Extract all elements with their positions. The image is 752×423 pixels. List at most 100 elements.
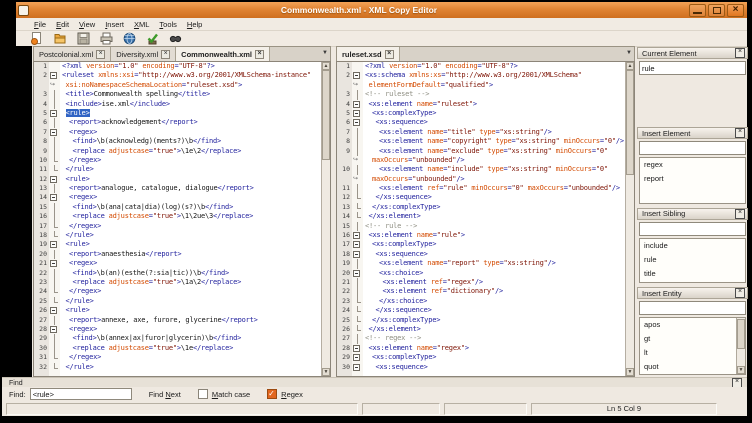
scroll-thumb[interactable] bbox=[737, 319, 745, 349]
code-text[interactable]: <!-- ruleset --> bbox=[363, 90, 625, 99]
code-line[interactable]: 19<xs:element name="report" type="xs:str… bbox=[337, 259, 634, 268]
find-input[interactable] bbox=[30, 388, 132, 400]
code-text[interactable]: <regex> bbox=[60, 325, 321, 334]
code-text[interactable]: <xs:sequence> bbox=[363, 118, 625, 127]
scroll-up-icon[interactable]: ▲ bbox=[322, 62, 330, 70]
fold-toggle-icon[interactable] bbox=[352, 250, 363, 259]
code-text[interactable]: <rule> bbox=[60, 306, 321, 315]
code-line[interactable]: 23</xs:choice> bbox=[337, 297, 634, 306]
code-text[interactable]: <xs:element name="report" type="xs:strin… bbox=[363, 259, 625, 268]
code-text[interactable]: </xs:element> bbox=[363, 212, 625, 221]
code-text[interactable]: </xs:element> bbox=[363, 325, 625, 334]
code-text[interactable]: <!-- regex --> bbox=[363, 334, 625, 343]
code-text[interactable]: <xs:element name="include" type="xs:stri… bbox=[363, 165, 625, 174]
fold-toggle-icon[interactable] bbox=[352, 231, 363, 240]
code-line[interactable]: 12</xs:sequence> bbox=[337, 193, 634, 202]
code-line[interactable]: 30<replace adjustcase="true">\1e</replac… bbox=[34, 344, 330, 353]
code-text[interactable]: <xs:element name="rule"> bbox=[363, 231, 625, 240]
insert-element-input[interactable] bbox=[639, 141, 746, 155]
code-text[interactable]: <regex> bbox=[60, 193, 321, 202]
find-binoculars-icon[interactable] bbox=[168, 32, 182, 45]
insert-sibling-list[interactable]: includeruletitle bbox=[639, 238, 746, 283]
scroll-up-icon[interactable]: ▲ bbox=[626, 62, 634, 70]
code-text[interactable] bbox=[60, 372, 321, 376]
code-text[interactable]: <xs:choice> bbox=[363, 269, 625, 278]
code-text[interactable]: </regex> bbox=[60, 222, 321, 231]
fold-toggle-icon[interactable] bbox=[352, 71, 363, 80]
panel-close-icon[interactable]: × bbox=[735, 48, 745, 58]
code-text[interactable]: <report>anaesthesia</report> bbox=[60, 250, 321, 259]
code-area[interactable]: 1<?xml version="1.0" encoding="UTF-8"?> 2… bbox=[34, 62, 330, 376]
fold-toggle-icon[interactable] bbox=[49, 109, 60, 118]
menu-help[interactable]: Help bbox=[182, 20, 207, 29]
code-text[interactable]: </xs:complexType> bbox=[363, 203, 625, 212]
code-line[interactable]: 23<replace adjustcase="true">\1a\2</repl… bbox=[34, 278, 330, 287]
code-line[interactable]: 29<xs:complexType> bbox=[337, 353, 634, 362]
list-item-rule[interactable]: rule bbox=[640, 253, 745, 267]
code-line[interactable]: 16<xs:element name="rule"> bbox=[337, 231, 634, 240]
code-line[interactable]: 17</regex> bbox=[34, 222, 330, 231]
code-line[interactable]: 4<include>ise.xml</include> bbox=[34, 100, 330, 109]
code-text[interactable]: xsi:noNamespaceSchemaLocation="ruleset.x… bbox=[60, 81, 321, 90]
code-text[interactable]: <ruleset xmlns:xsi="http://www.w3.org/20… bbox=[60, 71, 321, 80]
code-line[interactable]: 20<report>anaesthesia</report> bbox=[34, 250, 330, 259]
fold-toggle-icon[interactable] bbox=[49, 175, 60, 184]
fold-toggle-icon[interactable] bbox=[352, 363, 363, 372]
scroll-down-icon[interactable]: ▼ bbox=[626, 368, 634, 376]
tab-commonwealth-xml[interactable]: Commonwealth.xml× bbox=[176, 47, 270, 61]
code-line[interactable]: 7<regex> bbox=[34, 128, 330, 137]
code-text[interactable]: <rule> bbox=[60, 109, 321, 118]
code-line[interactable]: 18<xs:sequence> bbox=[337, 250, 634, 259]
scroll-thumb[interactable] bbox=[322, 70, 330, 160]
list-item-report[interactable]: report bbox=[640, 172, 745, 186]
match-case-checkbox[interactable] bbox=[198, 389, 208, 399]
code-line[interactable]: 29<find>\b(annex|ax|furor|glycerin)\b</f… bbox=[34, 334, 330, 343]
fold-toggle-icon[interactable] bbox=[352, 353, 363, 362]
list-item-apos[interactable]: apos bbox=[640, 318, 745, 332]
browse-globe-icon[interactable] bbox=[122, 32, 136, 45]
code-text[interactable]: <replace adjustcase="true">\1e</replace> bbox=[60, 344, 321, 353]
code-text[interactable]: <rule> bbox=[60, 240, 321, 249]
list-item-quot[interactable]: quot bbox=[640, 360, 745, 374]
code-line[interactable]: 28<xs:element name="regex"> bbox=[337, 344, 634, 353]
code-line[interactable]: 10<xs:element name="include" type="xs:st… bbox=[337, 165, 634, 174]
new-document-icon[interactable] bbox=[30, 32, 44, 45]
code-line[interactable]: 16<replace adjustcase="true">\1\2ue\3</r… bbox=[34, 212, 330, 221]
code-line[interactable]: 9<xs:element name="exclude" type="xs:str… bbox=[337, 147, 634, 156]
code-line[interactable]: 15<!-- rule --> bbox=[337, 222, 634, 231]
print-icon[interactable] bbox=[99, 32, 113, 45]
code-line[interactable]: 26</xs:element> bbox=[337, 325, 634, 334]
code-text[interactable]: <xs:complexType> bbox=[363, 240, 625, 249]
code-line[interactable]: 1<?xml version="1.0" encoding="UTF-8"?> bbox=[34, 62, 330, 71]
tab-list-dropdown-icon[interactable]: ▼ bbox=[626, 50, 632, 56]
code-text[interactable]: <regex> bbox=[60, 259, 321, 268]
menu-xml[interactable]: XML bbox=[129, 20, 154, 29]
find-next-button[interactable]: Find Next bbox=[149, 390, 181, 399]
minimize-button[interactable] bbox=[689, 4, 706, 17]
code-line[interactable]: 9<replace adjustcase="true">\1e\2</repla… bbox=[34, 147, 330, 156]
code-text[interactable]: </rule> bbox=[60, 165, 321, 174]
code-text[interactable]: <replace adjustcase="true">\1e\2</replac… bbox=[60, 147, 321, 156]
scroll-thumb[interactable] bbox=[626, 70, 634, 175]
code-line[interactable]: 3<title>Commonwealth spelling</title> bbox=[34, 90, 330, 99]
insert-entity-list[interactable]: aposgtltquot▼ bbox=[639, 317, 746, 375]
insert-element-list[interactable]: regexreport bbox=[639, 157, 746, 204]
panel-close-icon[interactable]: × bbox=[735, 209, 745, 219]
list-scrollbar[interactable]: ▼ bbox=[736, 318, 745, 374]
code-line[interactable]: 6<xs:sequence> bbox=[337, 118, 634, 127]
code-line[interactable]: 14<regex> bbox=[34, 193, 330, 202]
menu-edit[interactable]: Edit bbox=[51, 20, 74, 29]
panel-close-icon[interactable]: × bbox=[735, 128, 745, 138]
code-text[interactable]: <report>analogue, catalogue, dialogue</r… bbox=[60, 184, 321, 193]
tab-diversity-xml[interactable]: Diversity.xml× bbox=[111, 47, 176, 61]
fold-toggle-icon[interactable] bbox=[352, 100, 363, 109]
list-item-include[interactable]: include bbox=[640, 239, 745, 253]
code-line[interactable]: 21<regex> bbox=[34, 259, 330, 268]
open-folder-icon[interactable] bbox=[53, 32, 67, 45]
fold-toggle-icon[interactable] bbox=[49, 128, 60, 137]
list-item-gt[interactable]: gt bbox=[640, 332, 745, 346]
code-text[interactable]: <?xml version="1.0" encoding="UTF-8"?> bbox=[363, 62, 625, 71]
fold-toggle-icon[interactable] bbox=[352, 118, 363, 127]
code-line[interactable]: 2<xs:schema xmlns:xs="http://www.w3.org/… bbox=[337, 71, 634, 80]
code-line[interactable]: 31</regex> bbox=[34, 353, 330, 362]
